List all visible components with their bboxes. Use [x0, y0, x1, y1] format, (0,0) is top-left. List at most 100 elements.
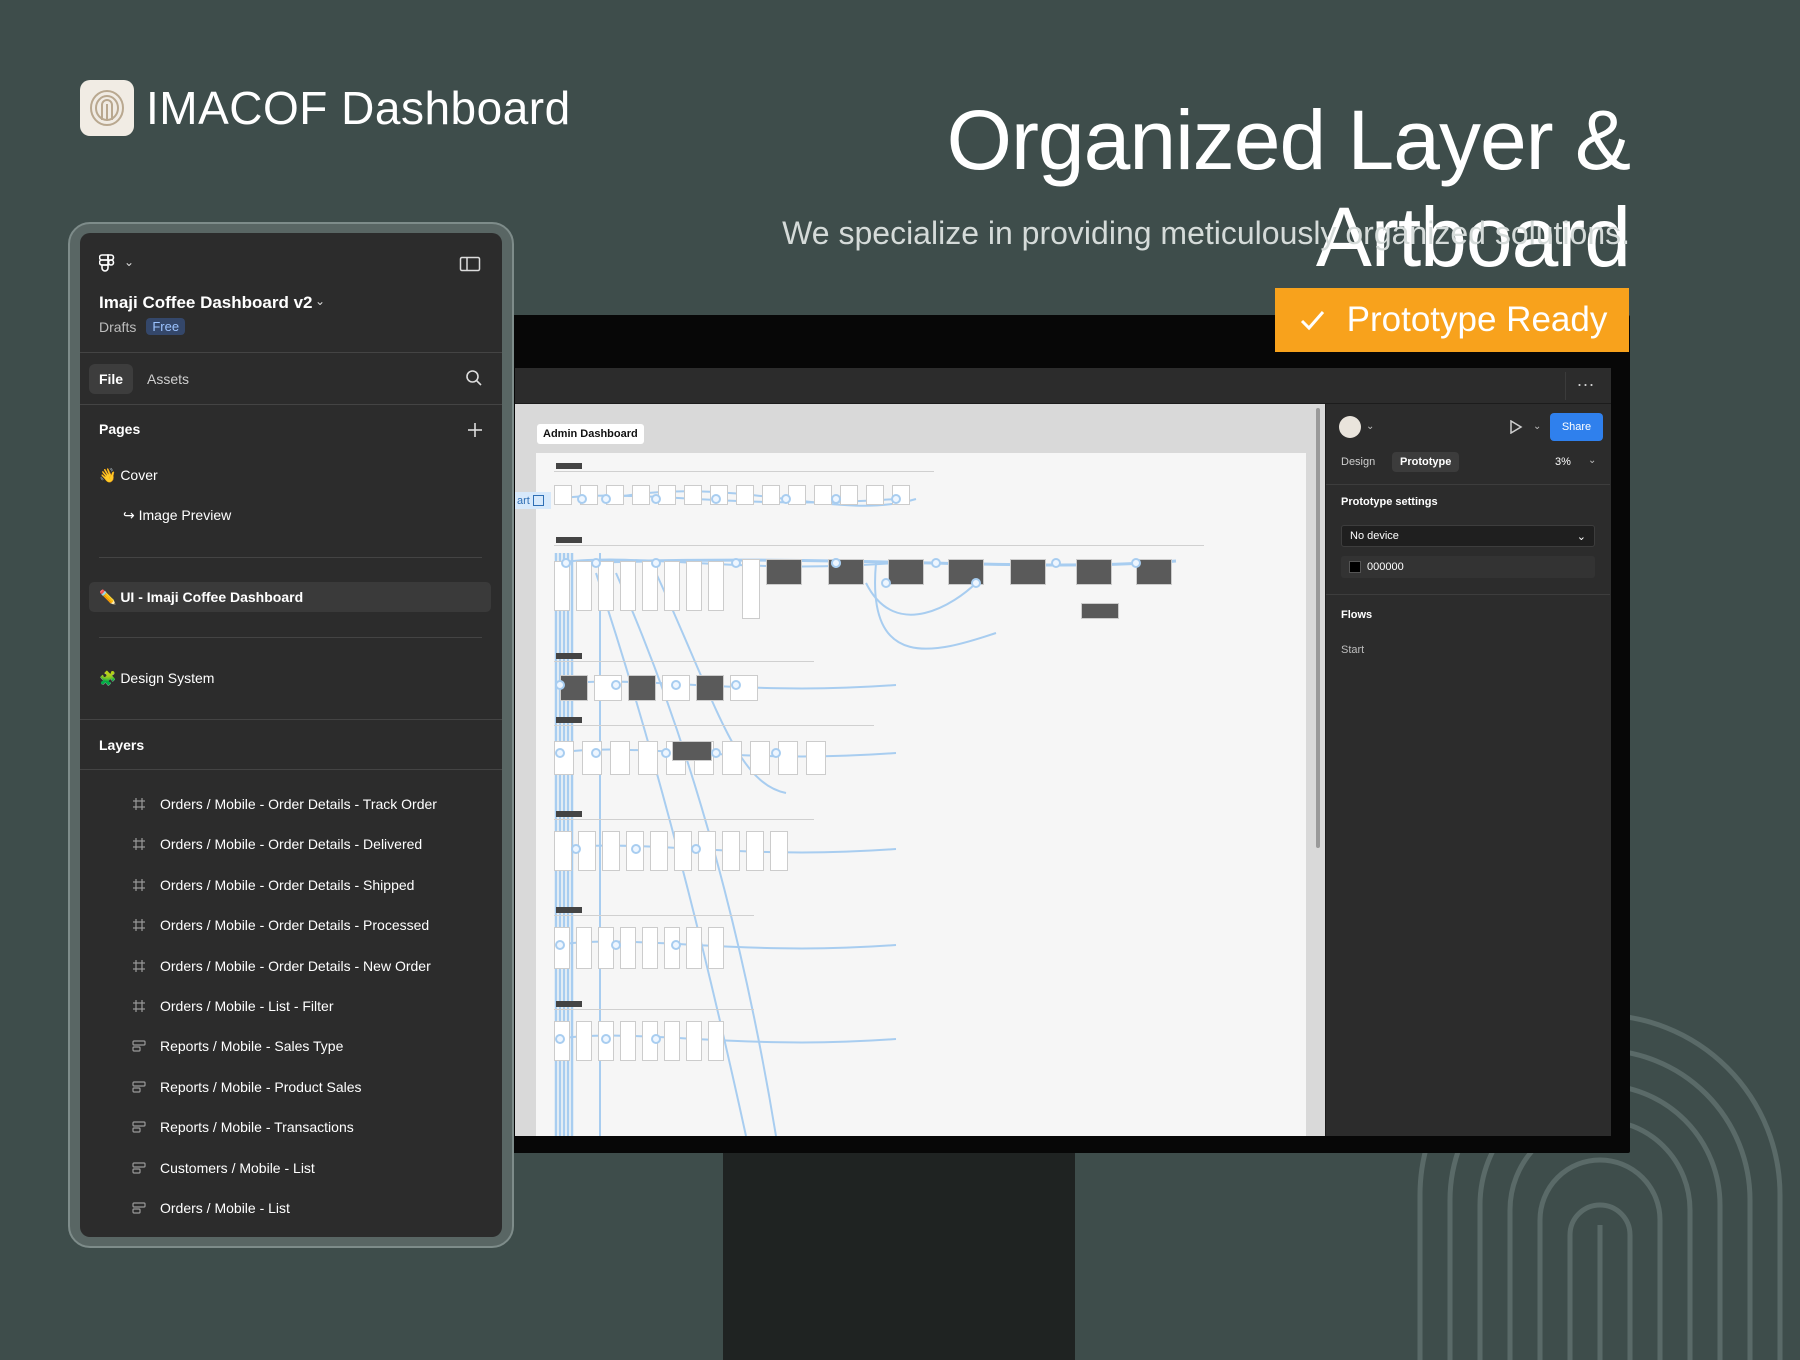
- frame-thumbnail[interactable]: [696, 675, 724, 701]
- frame-thumbnail[interactable]: [1136, 559, 1172, 585]
- more-options-button[interactable]: ···: [1565, 372, 1605, 400]
- layer-item[interactable]: Orders / Mobile - Order Details - Delive…: [132, 834, 422, 854]
- flow-node[interactable]: [591, 748, 601, 758]
- artboard-label[interactable]: Admin Dashboard: [537, 424, 644, 444]
- flow-node[interactable]: [555, 940, 565, 950]
- chevron-down-icon[interactable]: ⌄: [1533, 421, 1541, 432]
- frame-thumbnail[interactable]: [708, 561, 724, 611]
- frame-thumbnail[interactable]: [888, 559, 924, 585]
- flow-node[interactable]: [731, 680, 741, 690]
- flow-node[interactable]: [891, 494, 901, 504]
- flow-node[interactable]: [771, 748, 781, 758]
- flow-node[interactable]: [571, 844, 581, 854]
- frame-thumbnail[interactable]: [746, 831, 764, 871]
- frame-thumbnail[interactable]: [642, 561, 658, 611]
- frame-thumbnail[interactable]: [840, 485, 858, 505]
- frame-thumbnail[interactable]: [620, 1021, 636, 1061]
- frame-thumbnail[interactable]: [554, 741, 574, 775]
- frame-thumbnail[interactable]: [664, 561, 680, 611]
- page-item-ui-dashboard[interactable]: ✏️ UI - Imaji Coffee Dashboard: [99, 589, 303, 606]
- frame-thumbnail[interactable]: [560, 675, 588, 701]
- tab-assets[interactable]: Assets: [147, 364, 189, 394]
- frame-thumbnail[interactable]: [650, 831, 668, 871]
- flow-node[interactable]: [611, 940, 621, 950]
- flow-node[interactable]: [971, 578, 981, 588]
- frame-thumbnail[interactable]: [686, 1021, 702, 1061]
- frame-thumbnail[interactable]: [686, 561, 702, 611]
- canvas-scrollbar[interactable]: [1316, 408, 1320, 848]
- flow-node[interactable]: [691, 844, 701, 854]
- frame-thumbnail[interactable]: [684, 485, 702, 505]
- sidebar-toggle-icon[interactable]: [459, 255, 481, 273]
- layer-item[interactable]: Reports / Mobile - Sales Type: [132, 1036, 343, 1056]
- play-icon[interactable]: [1509, 420, 1523, 434]
- tab-design[interactable]: Design: [1333, 452, 1383, 472]
- device-select[interactable]: No device ⌄: [1341, 525, 1595, 547]
- flow-node[interactable]: [555, 748, 565, 758]
- frame-thumbnail[interactable]: [638, 741, 658, 775]
- frame-thumbnail[interactable]: [708, 927, 724, 969]
- frame-thumbnail[interactable]: [642, 927, 658, 969]
- flow-node[interactable]: [651, 558, 661, 568]
- share-button[interactable]: Share: [1550, 413, 1603, 441]
- flow-node[interactable]: [591, 558, 601, 568]
- frame-thumbnail[interactable]: [602, 831, 620, 871]
- flow-node[interactable]: [671, 680, 681, 690]
- search-icon[interactable]: [465, 369, 483, 387]
- frame-thumbnail[interactable]: [554, 831, 572, 871]
- frame-thumbnail[interactable]: [742, 559, 760, 619]
- flow-node[interactable]: [555, 680, 565, 690]
- page-item-image-preview[interactable]: ↪ Image Preview: [123, 507, 231, 524]
- flow-node[interactable]: [611, 680, 621, 690]
- flow-node[interactable]: [781, 494, 791, 504]
- page-item-cover[interactable]: 👋 Cover: [99, 467, 158, 484]
- frame-thumbnail[interactable]: [598, 561, 614, 611]
- flow-node[interactable]: [1051, 558, 1061, 568]
- frame-thumbnail[interactable]: [582, 741, 602, 775]
- frame-thumbnail[interactable]: [722, 831, 740, 871]
- flow-node[interactable]: [671, 940, 681, 950]
- chevron-down-icon[interactable]: ⌄: [124, 255, 134, 269]
- frame-thumbnail[interactable]: [1010, 559, 1046, 585]
- frame-thumbnail[interactable]: [672, 741, 712, 761]
- zoom-level[interactable]: 3%: [1555, 456, 1571, 468]
- frame-thumbnail[interactable]: [658, 485, 676, 505]
- flow-node[interactable]: [651, 494, 661, 504]
- frame-thumbnail[interactable]: [620, 561, 636, 611]
- flow-node[interactable]: [601, 1034, 611, 1044]
- chevron-down-icon[interactable]: ⌄: [315, 294, 325, 308]
- layer-item[interactable]: Orders / Mobile - Order Details - Track …: [132, 794, 437, 814]
- frame-thumbnail[interactable]: [620, 927, 636, 969]
- frame-thumbnail[interactable]: [750, 741, 770, 775]
- frame-thumbnail[interactable]: [554, 485, 572, 505]
- frame-thumbnail[interactable]: [1081, 603, 1119, 619]
- layer-item[interactable]: Reports / Mobile - Product Sales: [132, 1077, 362, 1097]
- drafts-label[interactable]: Drafts: [99, 319, 136, 335]
- layer-item[interactable]: Customers / Mobile - List: [132, 1158, 315, 1178]
- flow-node[interactable]: [1131, 558, 1141, 568]
- flow-node[interactable]: [711, 748, 721, 758]
- flow-node[interactable]: [555, 1034, 565, 1044]
- frame-thumbnail[interactable]: [686, 927, 702, 969]
- flow-node[interactable]: [661, 748, 671, 758]
- flow-node[interactable]: [931, 558, 941, 568]
- layer-item[interactable]: Orders / Mobile - List - Filter: [132, 996, 333, 1016]
- layer-item[interactable]: Orders / Mobile - List: [132, 1198, 290, 1218]
- frame-thumbnail[interactable]: [770, 831, 788, 871]
- layer-item[interactable]: Orders / Mobile - Order Details - Proces…: [132, 915, 429, 935]
- frame-thumbnail[interactable]: [674, 831, 692, 871]
- flow-node[interactable]: [651, 1034, 661, 1044]
- frame-thumbnail[interactable]: [664, 1021, 680, 1061]
- flow-node[interactable]: [577, 494, 587, 504]
- frame-thumbnail[interactable]: [866, 485, 884, 505]
- frame-thumbnail[interactable]: [788, 485, 806, 505]
- frame-thumbnail[interactable]: [778, 741, 798, 775]
- frame-thumbnail[interactable]: [766, 559, 802, 585]
- frame-thumbnail[interactable]: [806, 741, 826, 775]
- flow-item-start[interactable]: Start: [1341, 644, 1364, 656]
- avatar[interactable]: [1339, 416, 1361, 438]
- frame-thumbnail[interactable]: [814, 485, 832, 505]
- frame-thumbnail[interactable]: [576, 561, 592, 611]
- flow-node[interactable]: [631, 844, 641, 854]
- flow-node[interactable]: [831, 558, 841, 568]
